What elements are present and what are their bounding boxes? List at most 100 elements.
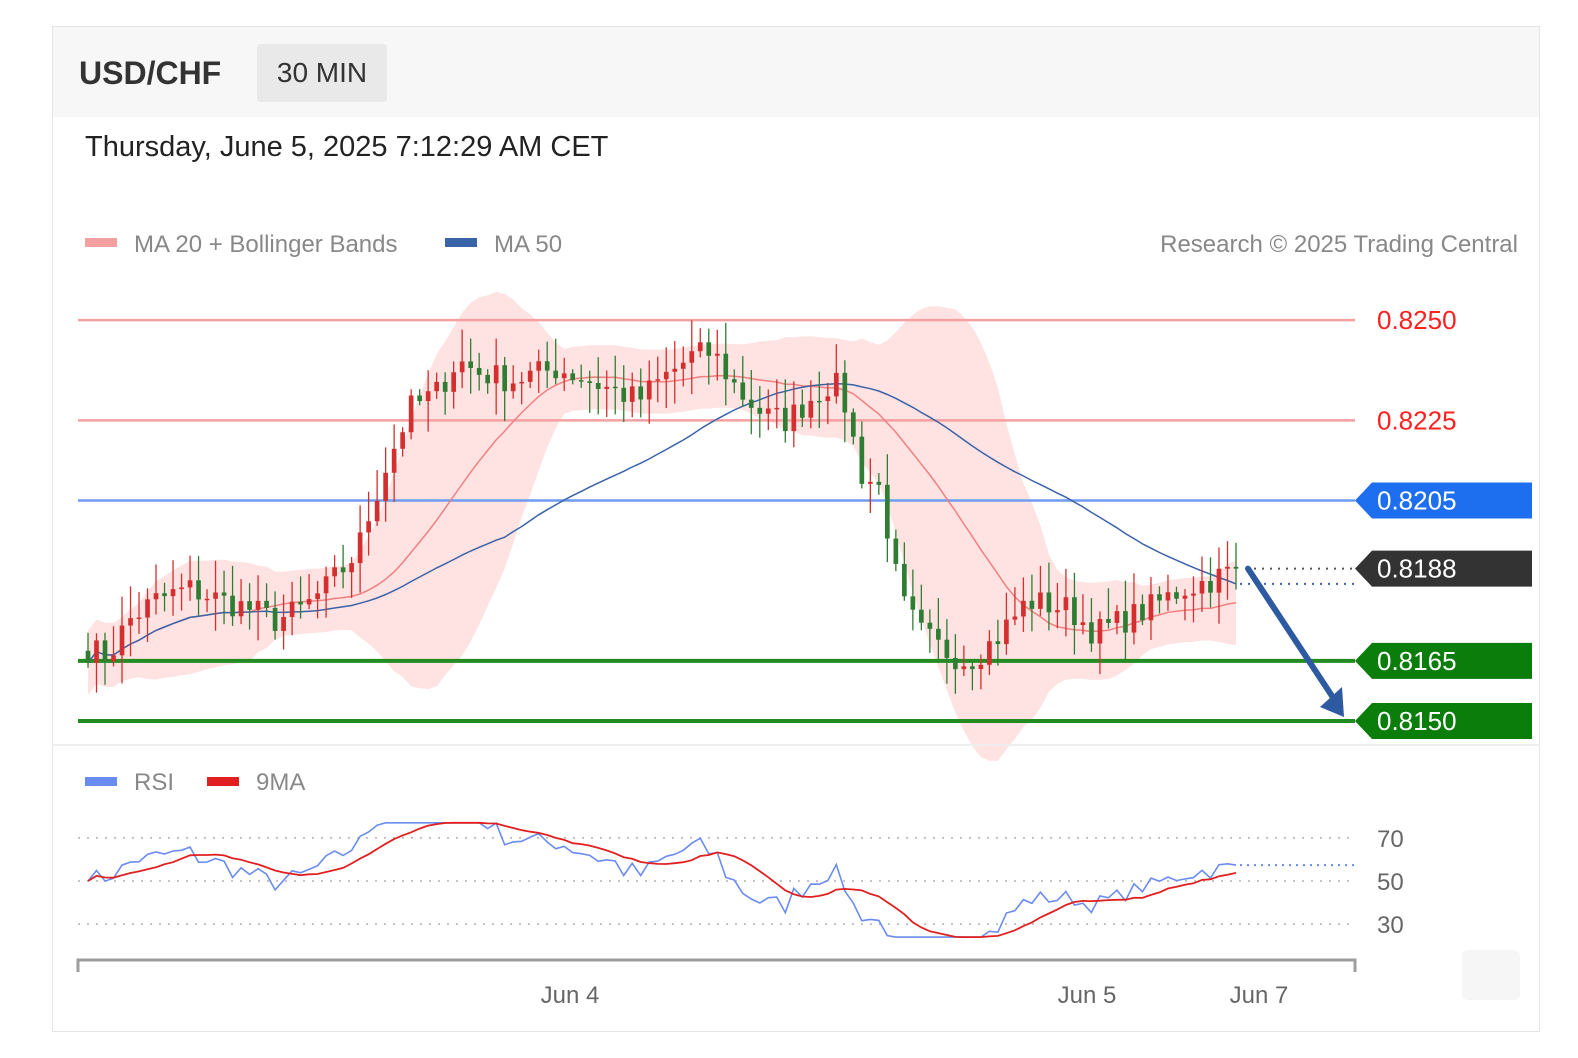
candle-body: [162, 593, 167, 597]
price-chart: MA 20 + Bollinger Bands MA 50 Research ©…: [52, 231, 1540, 1009]
candle-body: [765, 408, 771, 414]
settings-icon[interactable]: [1462, 950, 1520, 1000]
candle-body: [510, 383, 516, 392]
candle-body: [680, 362, 686, 369]
candle-body: [1182, 595, 1188, 599]
candle-body: [1055, 610, 1060, 613]
candle-body: [289, 601, 295, 617]
candle-body: [1106, 618, 1111, 623]
candle-body: [374, 500, 380, 522]
candle-body: [85, 650, 91, 663]
candle-body: [340, 567, 346, 573]
candle-body: [179, 587, 184, 590]
candle-body: [366, 521, 371, 533]
level-label-0.8188: 0.8188: [1377, 554, 1457, 584]
candle-body: [323, 576, 329, 594]
candle-body: [502, 365, 508, 392]
projection-arrow-shaft: [1245, 565, 1337, 702]
candle-body: [281, 616, 286, 631]
candle-body: [944, 639, 950, 658]
candle-body: [459, 361, 465, 373]
candle-body: [885, 484, 890, 539]
candle-body: [230, 595, 235, 617]
candle-body: [953, 657, 958, 670]
candle-body: [536, 361, 542, 371]
level-label-0.8165: 0.8165: [1377, 646, 1457, 676]
candle-body: [145, 599, 150, 618]
candle-body: [936, 628, 941, 640]
candle-body: [961, 666, 967, 670]
candle-body: [238, 601, 244, 617]
candle-body: [383, 472, 388, 501]
level-label-0.8225: 0.8225: [1377, 405, 1457, 435]
candle-body: [102, 640, 108, 662]
candle-body: [825, 396, 831, 402]
candle-body: [119, 625, 125, 656]
candle-body: [970, 666, 975, 670]
candle-body: [434, 381, 439, 392]
candle-body: [748, 399, 754, 408]
candle-body: [476, 367, 482, 375]
candle-body: [978, 664, 984, 670]
candle-body: [255, 600, 261, 610]
candle-body: [561, 373, 567, 379]
level-label-0.8250: 0.8250: [1377, 305, 1457, 335]
candle-body: [298, 601, 303, 605]
candle-body: [247, 601, 252, 610]
candle-body: [451, 372, 456, 392]
x-tick-jun-7: Jun 7: [1230, 982, 1289, 1009]
candle-body: [1225, 566, 1230, 569]
rsi-line: [87, 822, 1237, 938]
x-tick-jun-4: Jun 4: [541, 982, 600, 1009]
candle-body: [264, 600, 269, 608]
candle-body: [221, 592, 227, 596]
candle-body: [850, 412, 856, 437]
candle-body: [1038, 592, 1043, 609]
candle-body: [893, 538, 899, 564]
candle-body: [1233, 566, 1239, 569]
rsi-tick-50: 50: [1377, 869, 1404, 896]
candle-body: [910, 596, 916, 610]
candle-body: [1199, 581, 1205, 594]
candle-body: [723, 353, 729, 380]
candle-body: [774, 407, 780, 410]
candle-body: [791, 404, 797, 432]
level-labels: 0.8250 0.8225 0.8205 0.8188 0.8165 0.8150: [1355, 305, 1532, 739]
candle-body: [553, 370, 559, 379]
x-axis: [76, 958, 1357, 972]
rsi-ma-line: [87, 821, 1237, 938]
candle-body: [272, 607, 278, 631]
candle-body: [391, 448, 397, 473]
candle-body: [927, 622, 933, 629]
candle-body: [187, 580, 193, 588]
candle-body: [213, 592, 218, 599]
candle-body: [646, 380, 652, 400]
candle-body: [876, 481, 882, 485]
candle-body: [799, 404, 805, 418]
candle-body: [1191, 593, 1196, 596]
candle-body: [578, 380, 584, 382]
candle-body: [442, 381, 448, 392]
candle-body: [859, 436, 865, 484]
candle-body: [1208, 581, 1213, 593]
candle-body: [519, 381, 525, 384]
candle-body: [1157, 594, 1162, 601]
candle-body: [1080, 622, 1086, 626]
candle-body: [1097, 618, 1103, 644]
level-label-0.8150: 0.8150: [1377, 706, 1457, 736]
candle-body: [196, 580, 201, 600]
candle-body: [1063, 597, 1069, 611]
candle-body: [663, 371, 669, 380]
candle-body: [595, 383, 601, 389]
candle-body: [493, 365, 499, 384]
candle-body: [842, 372, 848, 413]
candle-body: [468, 361, 474, 368]
candle-body: [1012, 616, 1018, 620]
candle-body: [672, 368, 678, 372]
candle-body: [111, 655, 116, 662]
candle-body: [655, 379, 661, 381]
candle-body: [689, 351, 695, 363]
candle-body: [1114, 611, 1120, 623]
candle-body: [740, 382, 746, 400]
candle: [408, 389, 414, 440]
